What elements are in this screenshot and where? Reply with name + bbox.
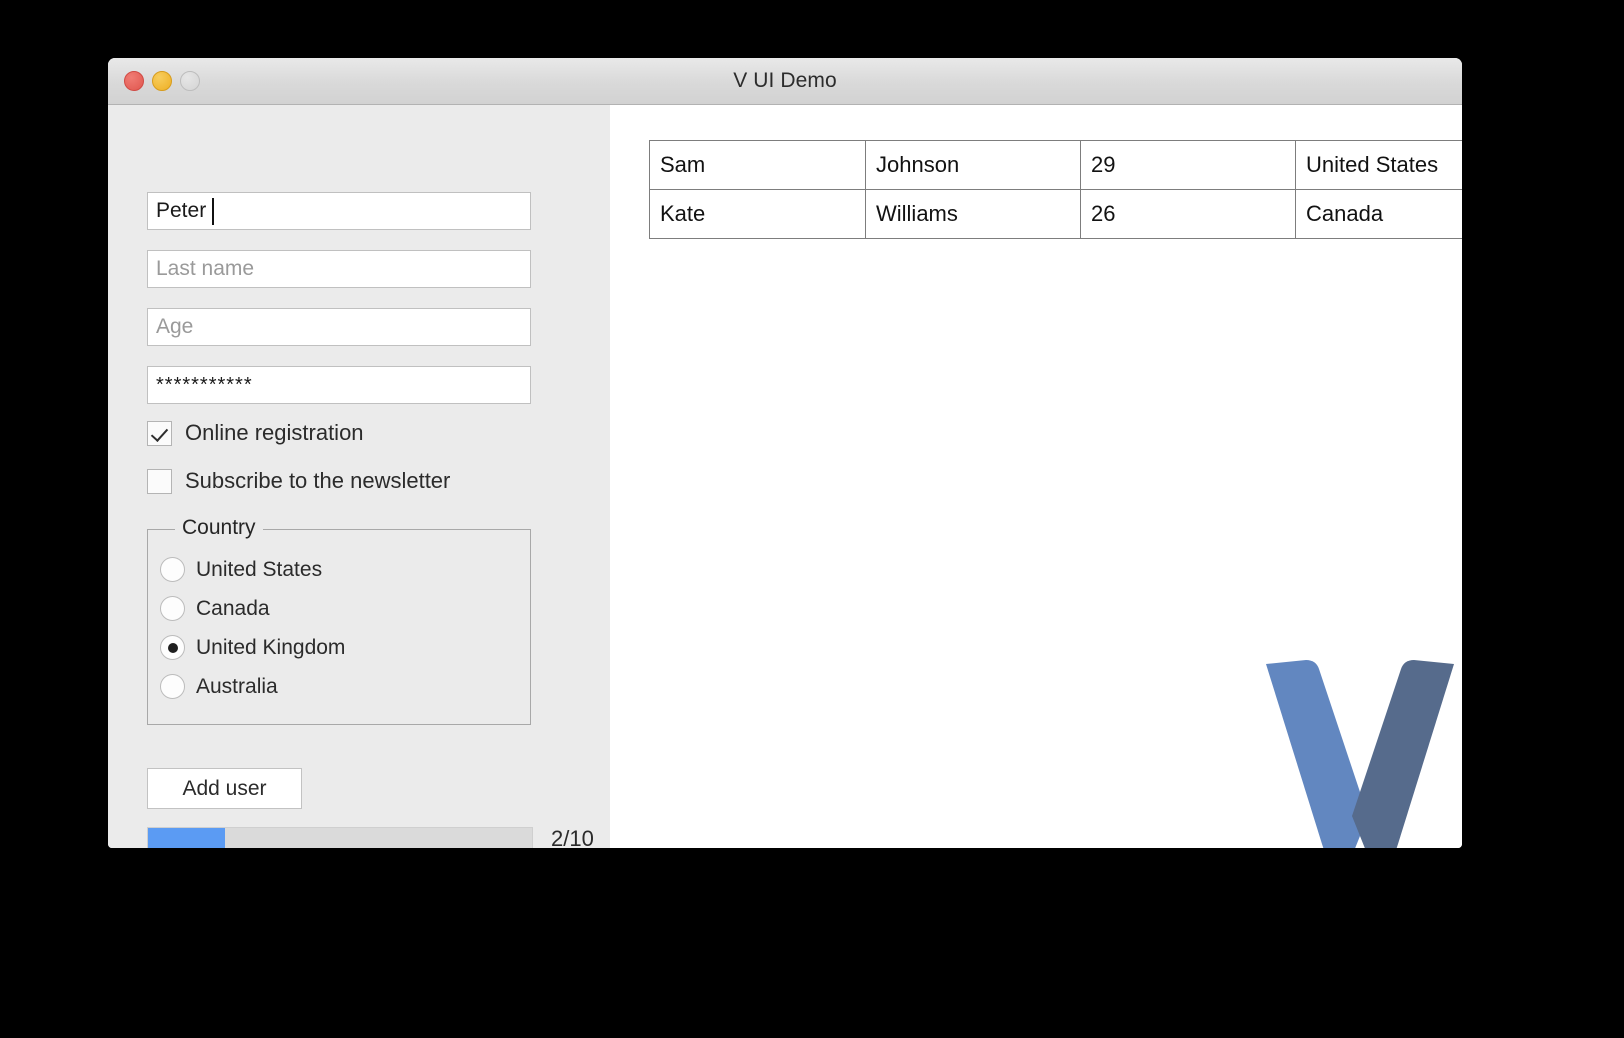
progress-label: 2/10 xyxy=(551,826,594,848)
window-title: V UI Demo xyxy=(108,69,1462,93)
table-row[interactable]: Kate Williams 26 Canada xyxy=(650,190,1463,239)
first-name-input[interactable] xyxy=(147,192,531,230)
app-window: V UI Demo Online registration Subscribe … xyxy=(108,58,1462,848)
table-cell-first-name: Kate xyxy=(650,190,866,239)
checkbox-row-online-registration[interactable]: Online registration xyxy=(147,420,364,446)
close-button-icon[interactable] xyxy=(124,71,144,91)
country-fieldset: Country United States Canada United King… xyxy=(147,529,531,725)
last-name-input[interactable] xyxy=(147,250,531,288)
table-cell-last-name: Johnson xyxy=(866,141,1081,190)
radio-united-states[interactable] xyxy=(160,557,185,582)
radio-label-united-kingdom: United Kingdom xyxy=(196,636,345,660)
progress-row: 2/10 xyxy=(147,826,594,848)
radio-united-kingdom[interactable] xyxy=(160,635,185,660)
v-logo-icon xyxy=(1260,656,1460,848)
age-input[interactable] xyxy=(147,308,531,346)
window-body: Online registration Subscribe to the new… xyxy=(108,105,1462,848)
table-cell-age: 29 xyxy=(1081,141,1296,190)
progress-bar-fill xyxy=(148,828,225,849)
window-controls xyxy=(124,58,200,104)
radio-row-united-states[interactable]: United States xyxy=(160,557,322,582)
radio-row-canada[interactable]: Canada xyxy=(160,596,270,621)
radio-label-australia: Australia xyxy=(196,675,278,699)
checkbox-label-online-registration: Online registration xyxy=(185,420,364,446)
content-panel: Sam Johnson 29 United States Kate Willia… xyxy=(610,105,1462,848)
users-table: Sam Johnson 29 United States Kate Willia… xyxy=(649,140,1462,239)
checkbox-online-registration[interactable] xyxy=(147,421,172,446)
zoom-button-icon[interactable] xyxy=(180,71,200,91)
radio-label-canada: Canada xyxy=(196,597,270,621)
table-cell-age: 26 xyxy=(1081,190,1296,239)
country-fieldset-legend: Country xyxy=(175,516,263,540)
password-input[interactable] xyxy=(147,366,531,404)
window-titlebar: V UI Demo xyxy=(108,58,1462,105)
form-panel: Online registration Subscribe to the new… xyxy=(108,105,610,848)
add-user-button[interactable]: Add user xyxy=(147,768,302,809)
table-cell-country: United States xyxy=(1296,141,1463,190)
text-cursor xyxy=(212,198,214,225)
checkbox-label-newsletter: Subscribe to the newsletter xyxy=(185,468,450,494)
radio-row-united-kingdom[interactable]: United Kingdom xyxy=(160,635,345,660)
progress-bar xyxy=(147,827,533,849)
screen-canvas: V UI Demo Online registration Subscribe … xyxy=(0,0,1624,1038)
radio-australia[interactable] xyxy=(160,674,185,699)
radio-label-united-states: United States xyxy=(196,558,322,582)
minimize-button-icon[interactable] xyxy=(152,71,172,91)
table-cell-last-name: Williams xyxy=(866,190,1081,239)
table-row[interactable]: Sam Johnson 29 United States xyxy=(650,141,1463,190)
radio-canada[interactable] xyxy=(160,596,185,621)
table-cell-first-name: Sam xyxy=(650,141,866,190)
checkbox-newsletter[interactable] xyxy=(147,469,172,494)
checkbox-row-newsletter[interactable]: Subscribe to the newsletter xyxy=(147,468,450,494)
table-cell-country: Canada xyxy=(1296,190,1463,239)
radio-row-australia[interactable]: Australia xyxy=(160,674,278,699)
